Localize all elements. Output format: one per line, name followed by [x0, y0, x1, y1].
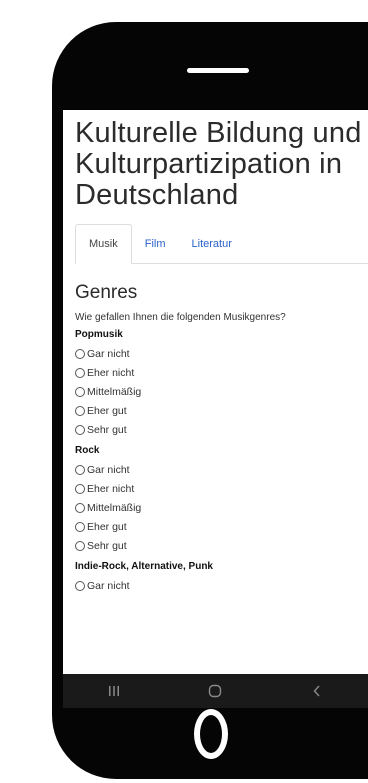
- group-label: Indie-Rock, Alternative, Punk: [75, 561, 213, 572]
- option-label: Eher nicht: [87, 482, 135, 495]
- home-icon[interactable]: [195, 674, 235, 708]
- section-title: Genres: [75, 282, 138, 303]
- tab-film[interactable]: Film: [132, 225, 179, 263]
- group-indie-rock: Indie-Rock, Alternative, Punk Gar nicht: [75, 561, 368, 595]
- radio-button[interactable]: [75, 521, 85, 532]
- radio-button[interactable]: [75, 580, 85, 591]
- radio-button[interactable]: [75, 483, 85, 494]
- option-label: Gar nicht: [87, 579, 130, 592]
- android-nav-bar: [63, 674, 368, 708]
- group-label: Rock: [75, 445, 100, 456]
- recent-apps-icon[interactable]: [94, 674, 134, 708]
- radio-option[interactable]: Mittelmäßig: [75, 382, 368, 401]
- option-label: Eher gut: [87, 520, 127, 533]
- question-text: Wie gefallen Ihnen die folgenden Musikge…: [75, 312, 286, 323]
- radio-button[interactable]: [75, 405, 85, 416]
- radio-button[interactable]: [75, 424, 85, 435]
- radio-button[interactable]: [75, 348, 85, 359]
- radio-option[interactable]: Eher gut: [75, 517, 368, 536]
- radio-option[interactable]: Eher nicht: [75, 363, 368, 382]
- group-popmusik: Popmusik Gar nicht Eher nicht Mittelmäßi…: [75, 329, 368, 439]
- radio-button[interactable]: [75, 386, 85, 397]
- option-label: Gar nicht: [87, 347, 130, 360]
- home-button-ring: [194, 709, 228, 759]
- option-label: Sehr gut: [87, 423, 127, 436]
- radio-option[interactable]: Gar nicht: [75, 576, 368, 595]
- radio-button[interactable]: [75, 502, 85, 513]
- radio-option[interactable]: Sehr gut: [75, 420, 368, 439]
- back-icon[interactable]: [297, 674, 337, 708]
- radio-option[interactable]: Eher nicht: [75, 479, 368, 498]
- page-content: Kulturelle Bildung und Kulturpartizipati…: [63, 118, 368, 595]
- radio-button[interactable]: [75, 367, 85, 378]
- option-label: Sehr gut: [87, 539, 127, 552]
- radio-option[interactable]: Mittelmäßig: [75, 498, 368, 517]
- option-label: Mittelmäßig: [87, 501, 142, 514]
- radio-option[interactable]: Gar nicht: [75, 344, 368, 363]
- radio-button[interactable]: [75, 540, 85, 551]
- radio-button[interactable]: [75, 464, 85, 475]
- option-label: Eher nicht: [87, 366, 135, 379]
- speaker-slot: [187, 68, 249, 73]
- radio-option[interactable]: Gar nicht: [75, 460, 368, 479]
- group-rock: Rock Gar nicht Eher nicht Mittelmäßig Eh…: [75, 445, 368, 555]
- tab-musik[interactable]: Musik: [75, 224, 132, 264]
- page-title: Kulturelle Bildung und Kulturpartizipati…: [75, 117, 362, 211]
- radio-option[interactable]: Sehr gut: [75, 536, 368, 555]
- tab-literatur[interactable]: Literatur: [179, 225, 245, 263]
- option-label: Mittelmäßig: [87, 385, 142, 398]
- option-label: Eher gut: [87, 404, 127, 417]
- group-label: Popmusik: [75, 329, 123, 340]
- phone-screen: Kulturelle Bildung und Kulturpartizipati…: [63, 110, 368, 708]
- option-label: Gar nicht: [87, 463, 130, 476]
- tab-bar: Musik Film Literatur: [75, 223, 368, 264]
- radio-option[interactable]: Eher gut: [75, 401, 368, 420]
